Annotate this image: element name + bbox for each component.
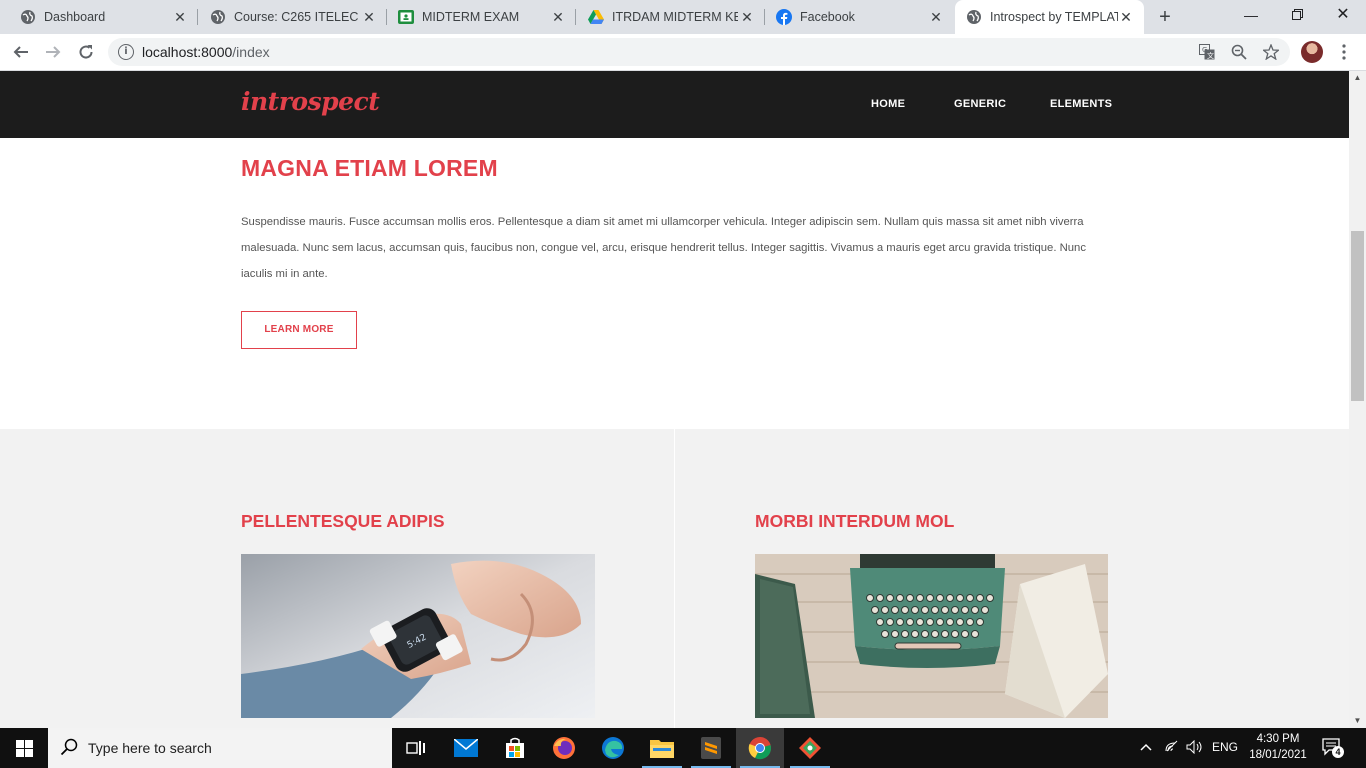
tab-title: MIDTERM EXAM bbox=[422, 10, 520, 24]
tab-title: Introspect by TEMPLATED bbox=[990, 10, 1118, 24]
taskbar-search-box[interactable]: Type here to search bbox=[48, 728, 392, 768]
tab-midterm-exam[interactable]: MIDTERM EXAM ✕ bbox=[387, 0, 576, 34]
svg-text:文: 文 bbox=[1207, 51, 1214, 60]
globe-icon bbox=[966, 9, 982, 25]
windows-logo-icon bbox=[15, 739, 33, 757]
tab-itrdam-key[interactable]: ITRDAM MIDTERM KEY ✕ bbox=[576, 0, 765, 34]
tab-title: Dashboard bbox=[44, 10, 106, 24]
chrome-icon bbox=[748, 737, 771, 760]
clock-date: 18/01/2021 bbox=[1249, 749, 1307, 761]
facebook-icon bbox=[776, 9, 792, 25]
tab-title: Facebook bbox=[800, 10, 855, 24]
translate-icon[interactable]: G文 bbox=[1198, 44, 1216, 62]
taskbar-clock[interactable]: 4:30 PM 18/01/2021 bbox=[1248, 731, 1308, 763]
mail-icon bbox=[454, 739, 478, 757]
close-tab-icon[interactable]: ✕ bbox=[361, 9, 377, 25]
volume-icon[interactable] bbox=[1186, 739, 1204, 757]
url-text: localhost:8000/index bbox=[142, 44, 270, 60]
close-tab-icon[interactable]: ✕ bbox=[928, 9, 944, 25]
minimize-button[interactable]: — bbox=[1228, 0, 1274, 30]
nav-generic[interactable]: GENERIC bbox=[954, 98, 1006, 110]
windows-taskbar: Type here to search ENG 4:30 PM 18/01/20… bbox=[0, 728, 1366, 768]
bookmark-star-icon[interactable] bbox=[1261, 43, 1281, 62]
page-viewport: introspect HOME GENERIC ELEMENTS MAGNA E… bbox=[0, 71, 1349, 728]
reload-button[interactable] bbox=[74, 40, 98, 64]
back-button[interactable] bbox=[9, 40, 33, 64]
address-bar[interactable]: i localhost:8000/index G文 bbox=[108, 38, 1290, 66]
close-tab-icon[interactable]: ✕ bbox=[1118, 9, 1134, 25]
main-heading: MAGNA ETIAM LOREM bbox=[241, 155, 498, 181]
site-header: introspect HOME GENERIC ELEMENTS bbox=[0, 71, 1349, 138]
language-indicator[interactable]: ENG bbox=[1212, 740, 1238, 754]
url-path: /index bbox=[232, 44, 270, 60]
git-app-button[interactable] bbox=[786, 728, 834, 768]
sublime-text-app-button[interactable] bbox=[687, 728, 735, 768]
section-heading-left: PELLENTESQUE ADIPIS bbox=[241, 511, 445, 531]
tab-introspect[interactable]: Introspect by TEMPLATED ✕ bbox=[955, 0, 1144, 34]
store-icon bbox=[506, 737, 524, 758]
sublime-text-icon bbox=[701, 737, 721, 759]
file-explorer-app-button[interactable] bbox=[638, 728, 686, 768]
browser-menu-icon[interactable] bbox=[1334, 40, 1354, 64]
page-scrollbar[interactable]: ▲ ▼ bbox=[1349, 71, 1366, 728]
start-button[interactable] bbox=[0, 728, 48, 768]
zoom-icon[interactable] bbox=[1230, 44, 1248, 62]
back-arrow-icon bbox=[13, 46, 28, 58]
globe-icon bbox=[210, 9, 226, 25]
tab-facebook[interactable]: Facebook ✕ bbox=[765, 0, 954, 34]
forward-button[interactable] bbox=[41, 40, 65, 64]
search-icon bbox=[60, 738, 78, 761]
scroll-up-icon[interactable]: ▲ bbox=[1349, 71, 1366, 85]
network-icon[interactable] bbox=[1165, 740, 1179, 755]
task-view-icon bbox=[406, 741, 425, 755]
tab-strip: Dashboard ✕ Course: C265 ITELEC101 ✕ MID… bbox=[0, 0, 1366, 34]
action-center-button[interactable]: 4 bbox=[1322, 738, 1346, 758]
file-explorer-icon bbox=[650, 740, 674, 758]
tab-title: Course: C265 ITELEC101 bbox=[234, 10, 359, 24]
show-hidden-icons[interactable] bbox=[1140, 740, 1152, 754]
chrome-app-button[interactable] bbox=[736, 728, 784, 768]
new-tab-button[interactable]: + bbox=[1154, 6, 1176, 28]
tab-title: ITRDAM MIDTERM KEY bbox=[612, 10, 738, 24]
site-info-icon[interactable]: i bbox=[118, 44, 134, 60]
close-window-button[interactable]: ✕ bbox=[1320, 0, 1366, 30]
google-drive-icon bbox=[588, 9, 604, 25]
google-classroom-icon bbox=[398, 9, 414, 25]
restore-icon bbox=[1291, 9, 1303, 20]
restore-button[interactable] bbox=[1274, 0, 1320, 30]
edge-app-button[interactable] bbox=[589, 728, 637, 768]
notification-count-badge: 4 bbox=[1332, 746, 1344, 758]
close-tab-icon[interactable]: ✕ bbox=[739, 9, 755, 25]
typewriter-image bbox=[755, 554, 1108, 718]
site-logo[interactable]: introspect bbox=[241, 87, 380, 116]
firefox-app-button[interactable] bbox=[540, 728, 588, 768]
profile-avatar[interactable] bbox=[1301, 41, 1323, 63]
tab-course[interactable]: Course: C265 ITELEC101 ✕ bbox=[198, 0, 387, 34]
git-icon bbox=[799, 737, 821, 759]
edge-icon bbox=[602, 737, 624, 759]
nav-home[interactable]: HOME bbox=[871, 98, 905, 110]
task-view-button[interactable] bbox=[392, 728, 440, 768]
clock-time: 4:30 PM bbox=[1256, 733, 1300, 745]
learn-more-button[interactable]: LEARN MORE bbox=[241, 311, 357, 349]
scrollbar-thumb[interactable] bbox=[1351, 231, 1364, 401]
firefox-icon bbox=[553, 737, 575, 759]
nav-elements[interactable]: ELEMENTS bbox=[1050, 98, 1112, 110]
smartwatch-image: 5:42 bbox=[241, 554, 595, 718]
section-heading-right: MORBI INTERDUM MOL bbox=[755, 511, 955, 531]
close-tab-icon[interactable]: ✕ bbox=[550, 9, 566, 25]
close-tab-icon[interactable]: ✕ bbox=[172, 9, 188, 25]
reload-icon bbox=[79, 45, 93, 59]
main-paragraph: Suspendisse mauris. Fusce accumsan molli… bbox=[241, 216, 1086, 280]
globe-icon bbox=[20, 9, 36, 25]
store-app-button[interactable] bbox=[491, 728, 539, 768]
mail-app-button[interactable] bbox=[442, 728, 490, 768]
browser-toolbar: i localhost:8000/index G文 bbox=[0, 34, 1366, 71]
search-placeholder: Type here to search bbox=[88, 740, 212, 756]
tab-dashboard[interactable]: Dashboard ✕ bbox=[0, 0, 198, 34]
scroll-down-icon[interactable]: ▼ bbox=[1349, 714, 1366, 728]
forward-arrow-icon bbox=[46, 46, 61, 58]
url-host: localhost:8000 bbox=[142, 44, 233, 60]
